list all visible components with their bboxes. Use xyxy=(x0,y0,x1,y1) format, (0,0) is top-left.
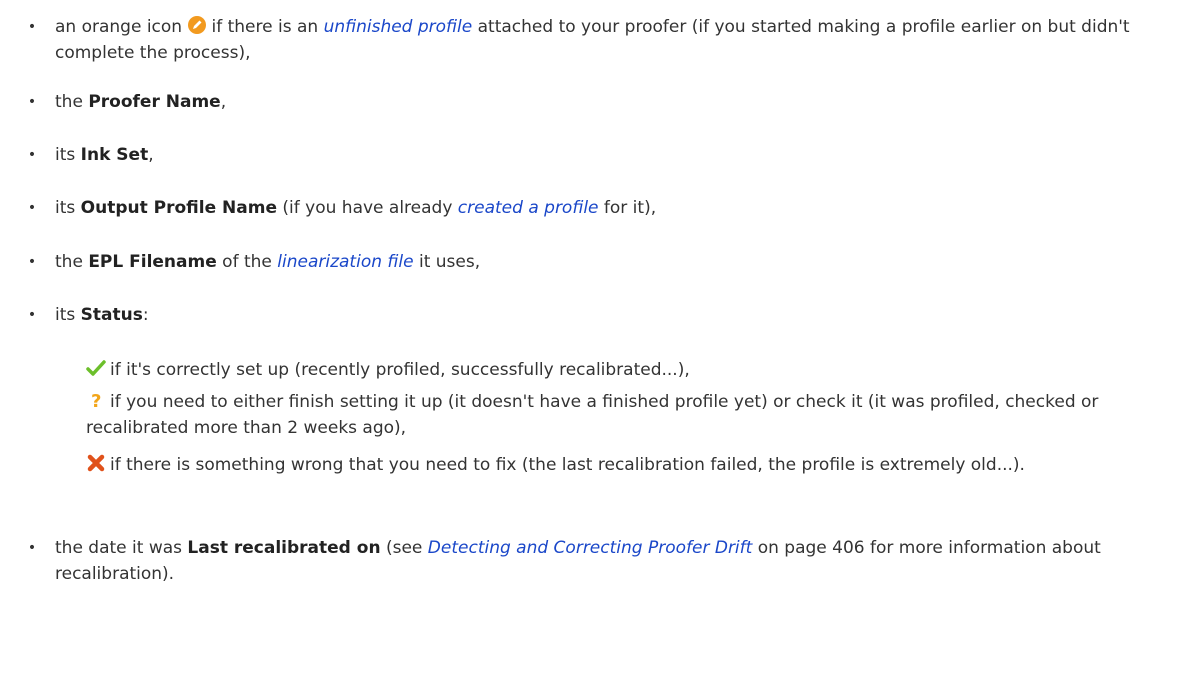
question-mark-icon: ? xyxy=(86,390,106,412)
bullet: • xyxy=(27,307,37,323)
bullet: • xyxy=(27,200,37,216)
status-item-warning: ? if you need to either finish setting i… xyxy=(86,389,1176,441)
list-item: • its Ink Set, xyxy=(28,142,1175,168)
item-text: if there is an xyxy=(211,17,319,37)
bullet: • xyxy=(27,94,37,110)
item-text: , xyxy=(148,145,154,165)
term-output-profile-name: Output Profile Name xyxy=(80,198,277,218)
term-status: Status xyxy=(80,305,143,325)
item-text: (see xyxy=(385,538,423,558)
item-text: , xyxy=(220,92,227,112)
green-check-icon xyxy=(86,358,106,378)
item-text: it uses, xyxy=(418,252,481,272)
status-text: if you need to either finish setting it … xyxy=(86,392,1099,438)
item-text: the xyxy=(55,92,83,112)
item-text: its xyxy=(55,145,76,165)
item-text: : xyxy=(142,305,149,325)
proofer-drift-link[interactable]: Detecting and Correcting Proofer Drift xyxy=(428,538,753,558)
item-text: an orange icon xyxy=(55,17,183,37)
list-item: • the EPL Filename of the linearization … xyxy=(28,249,1175,275)
document-page: • an orange icon if there is an unfinish… xyxy=(0,0,1193,688)
item-text: the xyxy=(55,252,83,272)
item-text: of the xyxy=(222,252,272,272)
term-proofer-name: Proofer Name xyxy=(88,92,221,112)
status-text: if it's correctly set up (recently profi… xyxy=(110,360,690,380)
term-ink-set: Ink Set xyxy=(80,145,149,165)
list-item: • its Output Profile Name (if you have a… xyxy=(28,195,1175,221)
svg-text:?: ? xyxy=(91,391,101,410)
term-last-recalibrated: Last recalibrated on xyxy=(187,538,381,558)
item-text: its xyxy=(55,305,76,325)
term-epl-filename: EPL Filename xyxy=(88,252,217,272)
bullet: • xyxy=(27,19,37,35)
bullet: • xyxy=(27,147,37,163)
linearization-file-link[interactable]: linearization file xyxy=(277,252,413,272)
bullet: • xyxy=(27,540,37,556)
status-text: if there is something wrong that you nee… xyxy=(110,455,1025,475)
status-item-error: if there is something wrong that you nee… xyxy=(86,452,1176,478)
list-item: • an orange icon if there is an unfinish… xyxy=(28,14,1175,66)
item-text: its xyxy=(55,198,76,218)
list-item: • the Proofer Name, xyxy=(28,89,1175,115)
red-cross-icon xyxy=(86,453,106,473)
item-text: the date it was xyxy=(55,538,183,558)
bullet: • xyxy=(27,254,37,270)
orange-pencil-icon xyxy=(187,15,207,35)
status-item-ok: if it's correctly set up (recently profi… xyxy=(86,357,1176,383)
item-text: (if you have already xyxy=(282,198,453,218)
unfinished-profile-link[interactable]: unfinished profile xyxy=(324,17,473,37)
item-text: for it), xyxy=(603,198,657,218)
list-item: • the date it was Last recalibrated on (… xyxy=(28,535,1175,587)
created-a-profile-link[interactable]: created a profile xyxy=(458,198,599,218)
list-item: • its Status: xyxy=(28,302,1175,328)
